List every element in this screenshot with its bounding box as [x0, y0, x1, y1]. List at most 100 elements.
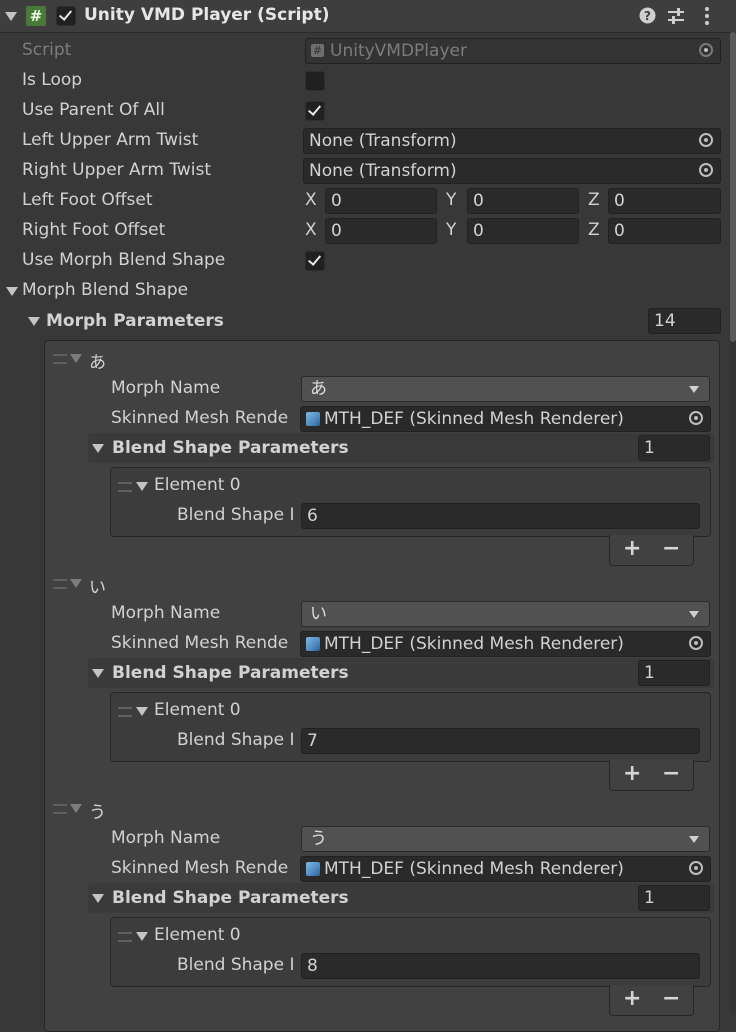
- scrollbar-thumb[interactable]: [730, 32, 736, 342]
- use-parent-of-all-label: Use Parent Of All: [22, 100, 165, 120]
- z-label: Z: [588, 190, 600, 210]
- preset-icon[interactable]: [667, 7, 685, 25]
- drag-handle-icon[interactable]: [118, 932, 132, 942]
- blend-shape-index-label: Blend Shape I: [177, 505, 295, 525]
- object-picker-icon: [699, 43, 713, 57]
- element-foldout-icon[interactable]: [70, 579, 82, 588]
- use-morph-blend-shape-label: Use Morph Blend Shape: [22, 250, 226, 270]
- use-morph-blend-shape-checkbox[interactable]: [305, 251, 325, 271]
- object-picker-icon[interactable]: [699, 163, 713, 177]
- left-foot-offset-z-field[interactable]: 0: [608, 188, 721, 214]
- script-label: Script: [22, 40, 72, 60]
- drag-handle-icon[interactable]: [118, 707, 132, 717]
- blend-shape-parameters-foldout-icon[interactable]: [92, 444, 104, 453]
- element-foldout-icon[interactable]: [70, 804, 82, 813]
- skinned-mesh-renderer-value: MTH_DEF (Skinned Mesh Renderer): [324, 634, 624, 654]
- is-loop-checkbox[interactable]: [305, 71, 325, 91]
- script-field: # UnityVMDPlayer: [305, 38, 721, 64]
- morph-name-value: あ: [310, 379, 327, 399]
- morph-parameters-size-field[interactable]: 14: [648, 308, 721, 334]
- element-foldout-icon[interactable]: [70, 354, 82, 363]
- morph-blend-shape-label[interactable]: Morph Blend Shape: [22, 280, 188, 300]
- blend-shape-index-field[interactable]: 6: [301, 503, 700, 529]
- element-label[interactable]: Element 0: [154, 475, 241, 495]
- object-picker-icon[interactable]: [699, 133, 713, 147]
- left-foot-offset-label: Left Foot Offset: [22, 190, 153, 210]
- right-upper-arm-twist-value: None (Transform): [309, 161, 457, 181]
- add-element-button[interactable]: +: [623, 988, 641, 1010]
- skinned-mesh-renderer-field[interactable]: MTH_DEF (Skinned Mesh Renderer): [300, 631, 711, 657]
- remove-element-button[interactable]: −: [662, 538, 680, 560]
- morph-name-label: Morph Name: [111, 378, 221, 398]
- object-picker-icon[interactable]: [689, 861, 703, 875]
- element-label[interactable]: Element 0: [154, 925, 241, 945]
- object-picker-icon[interactable]: [689, 636, 703, 650]
- blend-shape-index-field[interactable]: 8: [301, 953, 700, 979]
- element-foldout-icon[interactable]: [136, 707, 148, 716]
- add-element-button[interactable]: +: [623, 538, 641, 560]
- use-parent-of-all-checkbox[interactable]: [305, 101, 325, 121]
- blend-shape-parameters-label[interactable]: Blend Shape Parameters: [112, 663, 349, 683]
- element-foldout-icon[interactable]: [136, 932, 148, 941]
- right-foot-offset-label: Right Foot Offset: [22, 220, 166, 240]
- element-label[interactable]: Element 0: [154, 700, 241, 720]
- y-label: Y: [446, 220, 457, 240]
- element-foldout-icon[interactable]: [136, 482, 148, 491]
- drag-handle-icon[interactable]: [53, 354, 67, 364]
- skinned-mesh-renderer-field[interactable]: MTH_DEF (Skinned Mesh Renderer): [300, 406, 711, 432]
- blend-shape-parameters-foldout-icon[interactable]: [92, 669, 104, 678]
- chevron-down-icon: [689, 386, 699, 393]
- blend-shape-index-label: Blend Shape I: [177, 955, 295, 975]
- morph-element-title[interactable]: あ: [89, 348, 106, 373]
- right-foot-offset-z-field[interactable]: 0: [608, 218, 721, 244]
- morph-parameters-foldout-icon[interactable]: [28, 317, 40, 326]
- morph-name-dropdown[interactable]: い: [301, 601, 710, 627]
- is-loop-label: Is Loop: [22, 70, 83, 90]
- x-label: X: [305, 190, 317, 210]
- drag-handle-icon[interactable]: [118, 482, 132, 492]
- morph-element-title[interactable]: い: [89, 573, 106, 598]
- svg-text:?: ?: [644, 9, 651, 23]
- object-picker-icon[interactable]: [689, 411, 703, 425]
- blend-shape-parameters-label[interactable]: Blend Shape Parameters: [112, 438, 349, 458]
- right-foot-offset-y-field[interactable]: 0: [467, 218, 579, 244]
- skinned-mesh-renderer-icon: [306, 637, 320, 651]
- blend-shape-parameters-label[interactable]: Blend Shape Parameters: [112, 888, 349, 908]
- morph-parameters-label[interactable]: Morph Parameters: [46, 311, 224, 331]
- blend-shape-parameters-foldout-icon[interactable]: [92, 894, 104, 903]
- z-label: Z: [588, 220, 600, 240]
- help-icon[interactable]: ?: [639, 7, 656, 24]
- skinned-mesh-renderer-icon: [306, 412, 320, 426]
- blend-shape-index-field[interactable]: 7: [301, 728, 700, 754]
- right-upper-arm-twist-field[interactable]: None (Transform): [303, 158, 721, 184]
- skinned-mesh-renderer-label: Skinned Mesh Rende: [111, 408, 289, 428]
- chevron-down-icon: [689, 611, 699, 618]
- right-foot-offset-x-field[interactable]: 0: [325, 218, 437, 244]
- remove-element-button[interactable]: −: [662, 988, 680, 1010]
- script-field-value: UnityVMDPlayer: [330, 41, 467, 61]
- skinned-mesh-renderer-field[interactable]: MTH_DEF (Skinned Mesh Renderer): [300, 856, 711, 882]
- list-footer: [609, 985, 694, 1016]
- drag-handle-icon[interactable]: [53, 804, 67, 814]
- left-upper-arm-twist-field[interactable]: None (Transform): [303, 128, 721, 154]
- component-foldout-arrow-icon[interactable]: [5, 12, 17, 21]
- list-footer: [609, 535, 694, 566]
- morph-element-title[interactable]: う: [89, 798, 106, 823]
- list-footer: [609, 760, 694, 791]
- x-label: X: [305, 220, 317, 240]
- morph-name-dropdown[interactable]: う: [301, 826, 710, 852]
- blend-shape-index-label: Blend Shape I: [177, 730, 295, 750]
- morph-blend-shape-foldout-icon[interactable]: [6, 287, 18, 296]
- drag-handle-icon[interactable]: [53, 579, 67, 589]
- blend-shape-parameters-size-field[interactable]: 1: [638, 885, 710, 911]
- morph-name-value: い: [310, 604, 327, 624]
- morph-name-dropdown[interactable]: あ: [301, 376, 710, 402]
- left-foot-offset-y-field[interactable]: 0: [467, 188, 579, 214]
- left-foot-offset-x-field[interactable]: 0: [325, 188, 437, 214]
- remove-element-button[interactable]: −: [662, 763, 680, 785]
- blend-shape-parameters-size-field[interactable]: 1: [638, 435, 710, 461]
- kebab-menu-icon[interactable]: [704, 6, 710, 26]
- blend-shape-parameters-size-field[interactable]: 1: [638, 660, 710, 686]
- component-enabled-checkbox[interactable]: [56, 6, 76, 26]
- add-element-button[interactable]: +: [623, 763, 641, 785]
